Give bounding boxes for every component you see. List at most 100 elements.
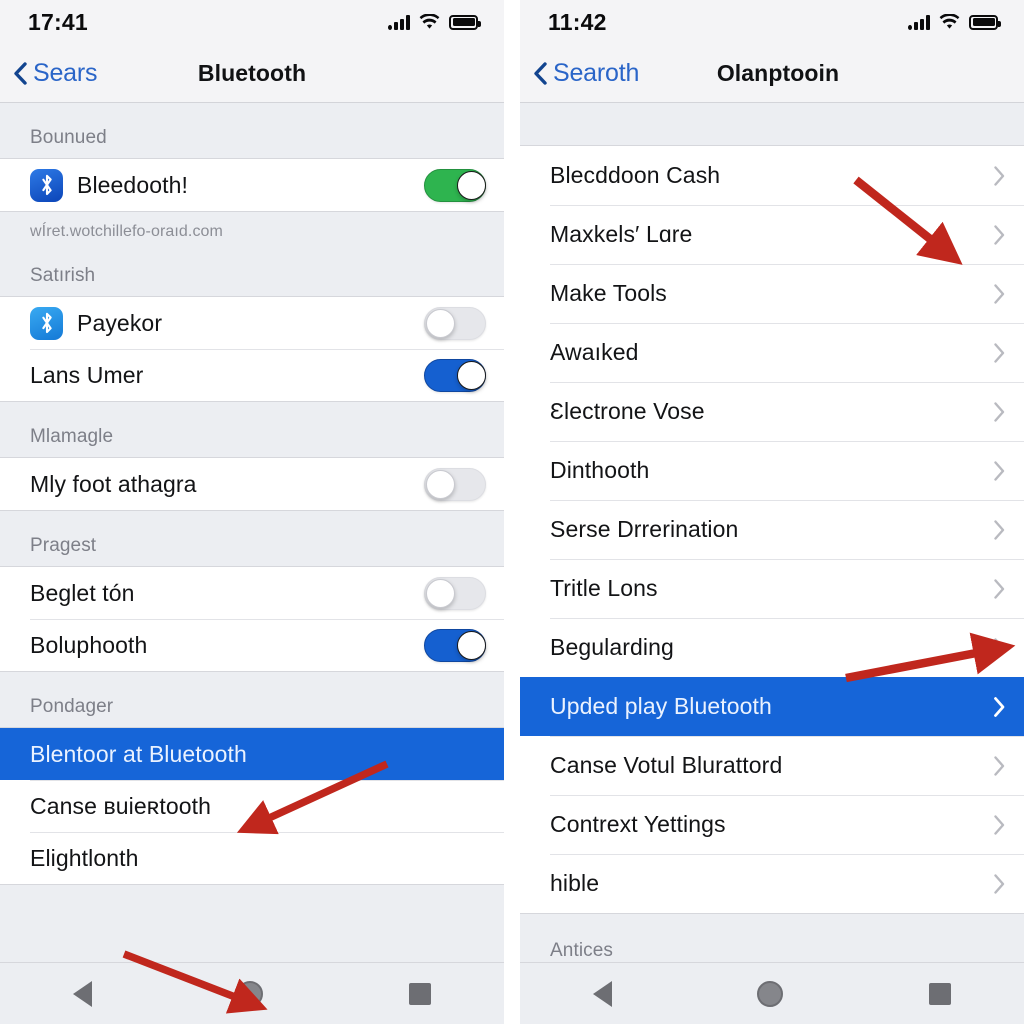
toggle-knob <box>426 469 455 499</box>
list-item[interactable]: Payekor <box>0 297 504 349</box>
back-button[interactable]: Searoth <box>520 59 639 88</box>
group-satirish: Payekor Lans Umer <box>0 296 504 402</box>
group-mlamagle: Mly foot athagra <box>0 457 504 511</box>
list-item-label: Blentoor at Bluetooth <box>30 740 247 767</box>
chevron-right-icon <box>993 873 1006 895</box>
list-item-label: Contrext Yettings <box>550 811 726 837</box>
list-item-label: Payekor <box>77 309 163 336</box>
status-clock: 11:42 <box>548 8 607 35</box>
back-triangle-icon[interactable] <box>72 980 92 1007</box>
chevron-right-icon <box>993 814 1006 836</box>
list-item[interactable]: Make Tools <box>520 264 1024 323</box>
chevron-right-icon <box>993 696 1006 718</box>
list-item[interactable]: Bleedooth! <box>0 159 504 211</box>
recents-square-icon[interactable] <box>929 982 952 1005</box>
toggle-switch[interactable] <box>424 628 486 662</box>
list-item[interactable]: Serse Drrerination <box>520 500 1024 559</box>
list-top-spacer <box>520 103 1024 145</box>
section-header-satirish: Satırish <box>0 241 504 296</box>
toggle-knob <box>426 308 455 338</box>
list-item-label: Make Tools <box>550 280 667 306</box>
list-item-label: Ɛlectrone Vose <box>550 398 705 424</box>
battery-full-icon <box>449 14 481 30</box>
battery-full-icon <box>969 14 1001 30</box>
back-triangle-icon[interactable] <box>592 980 612 1007</box>
home-circle-icon[interactable] <box>237 980 264 1007</box>
toggle-switch[interactable] <box>424 168 486 202</box>
status-clock: 17:41 <box>28 8 88 35</box>
list-item[interactable]: Dinthooth <box>520 441 1024 500</box>
list-item[interactable]: Awaıked <box>520 323 1024 382</box>
dual-phone-screenshot: 17:41 Sears Bluetooth Bounued Bleedooth!… <box>0 0 1024 1024</box>
toggle-knob <box>457 360 486 390</box>
section-header-bounued: Bounued <box>0 103 504 158</box>
list-item-label: Maxkels′ Lɑre <box>550 221 693 247</box>
toggle-switch[interactable] <box>424 358 486 392</box>
list-item[interactable]: Elightlonth <box>0 832 504 884</box>
list-item-label: Blecddoon Cash <box>550 162 721 188</box>
toggle-switch[interactable] <box>424 306 486 340</box>
left-phone-panel: 17:41 Sears Bluetooth Bounued Bleedooth!… <box>0 0 504 1024</box>
list-item[interactable]: Mly foot athagra <box>0 458 504 510</box>
wifi-icon <box>939 13 960 30</box>
list-item-label: Boluphooth <box>30 631 148 658</box>
toggle-switch[interactable] <box>424 576 486 610</box>
toggle-knob <box>457 630 486 660</box>
status-icons <box>908 13 1001 30</box>
chevron-right-icon <box>993 342 1006 364</box>
wifi-icon <box>419 13 440 30</box>
list-item[interactable]: hible <box>520 854 1024 913</box>
home-circle-icon[interactable] <box>757 980 784 1007</box>
list-item-label: Mly foot athagra <box>30 470 197 497</box>
chevron-left-icon <box>533 61 548 86</box>
bluetooth-icon <box>30 168 63 202</box>
section-header-pragest: Pragest <box>0 511 504 566</box>
list-item-label: Tritle Lons <box>550 575 658 601</box>
right-phone-panel: 11:42 Searoth Olanptooin Blecddoon Cash … <box>520 0 1024 1024</box>
chevron-right-icon <box>993 165 1006 187</box>
list-item[interactable]: Contrext Yettings <box>520 795 1024 854</box>
list-item-label: Serse Drrerination <box>550 516 739 542</box>
list-item-selected[interactable]: Upded play Bluetooth <box>520 677 1024 736</box>
chevron-right-icon <box>993 637 1006 659</box>
list-item-label: Awaıked <box>550 339 639 365</box>
list-item[interactable]: Beglet tón <box>0 567 504 619</box>
list-item[interactable]: Canse Votul Blurattord <box>520 736 1024 795</box>
chevron-right-icon <box>993 401 1006 423</box>
right-settings-list[interactable]: Blecddoon Cash Maxkels′ Lɑre Make Tools … <box>520 103 1024 962</box>
list-item-label: Dinthooth <box>550 457 650 483</box>
list-item-label: Elightlonth <box>30 844 139 871</box>
list-item[interactable]: Lans Umer <box>0 349 504 401</box>
list-item[interactable]: Ɛlectrone Vose <box>520 382 1024 441</box>
recents-square-icon[interactable] <box>409 982 432 1005</box>
back-button[interactable]: Sears <box>0 59 98 88</box>
chevron-right-icon <box>993 224 1006 246</box>
list-item-label: Upded play Bluetooth <box>550 693 772 719</box>
toggle-switch[interactable] <box>424 467 486 501</box>
cellular-signal-icon <box>908 14 930 30</box>
left-status-bar: 17:41 <box>0 0 504 44</box>
right-nav-bar: Searoth Olanptooin <box>520 44 1024 103</box>
list-item[interactable]: Tritle Lons <box>520 559 1024 618</box>
list-item-selected[interactable]: Blentoor at Bluetooth <box>0 728 504 780</box>
group-pragest: Beglet tón Boluphooth <box>0 566 504 672</box>
chevron-right-icon <box>993 755 1006 777</box>
toggle-knob <box>426 578 455 608</box>
left-android-nav-bar <box>0 962 504 1024</box>
list-item[interactable]: Boluphooth <box>0 619 504 671</box>
list-item-label: Canse ʙuieʀtooth <box>30 792 211 819</box>
right-status-bar: 11:42 <box>520 0 1024 44</box>
list-item-label: Canse Votul Blurattord <box>550 752 783 778</box>
list-item[interactable]: Begularding <box>520 618 1024 677</box>
chevron-left-icon <box>13 61 28 86</box>
back-button-label: Searoth <box>553 58 640 87</box>
chevron-right-icon <box>993 519 1006 541</box>
chevron-right-icon <box>993 283 1006 305</box>
list-item[interactable]: Canse ʙuieʀtooth <box>0 780 504 832</box>
group-pondager: Blentoor at Bluetooth Canse ʙuieʀtooth E… <box>0 727 504 885</box>
list-item[interactable]: Blecddoon Cash <box>520 146 1024 205</box>
left-settings-list[interactable]: Bounued Bleedooth! wÍret.wotchillefo-ora… <box>0 103 504 962</box>
group-caption: wÍret.wotchillefo-oraıd.com <box>0 212 504 241</box>
chevron-right-icon <box>993 460 1006 482</box>
list-item[interactable]: Maxkels′ Lɑre <box>520 205 1024 264</box>
